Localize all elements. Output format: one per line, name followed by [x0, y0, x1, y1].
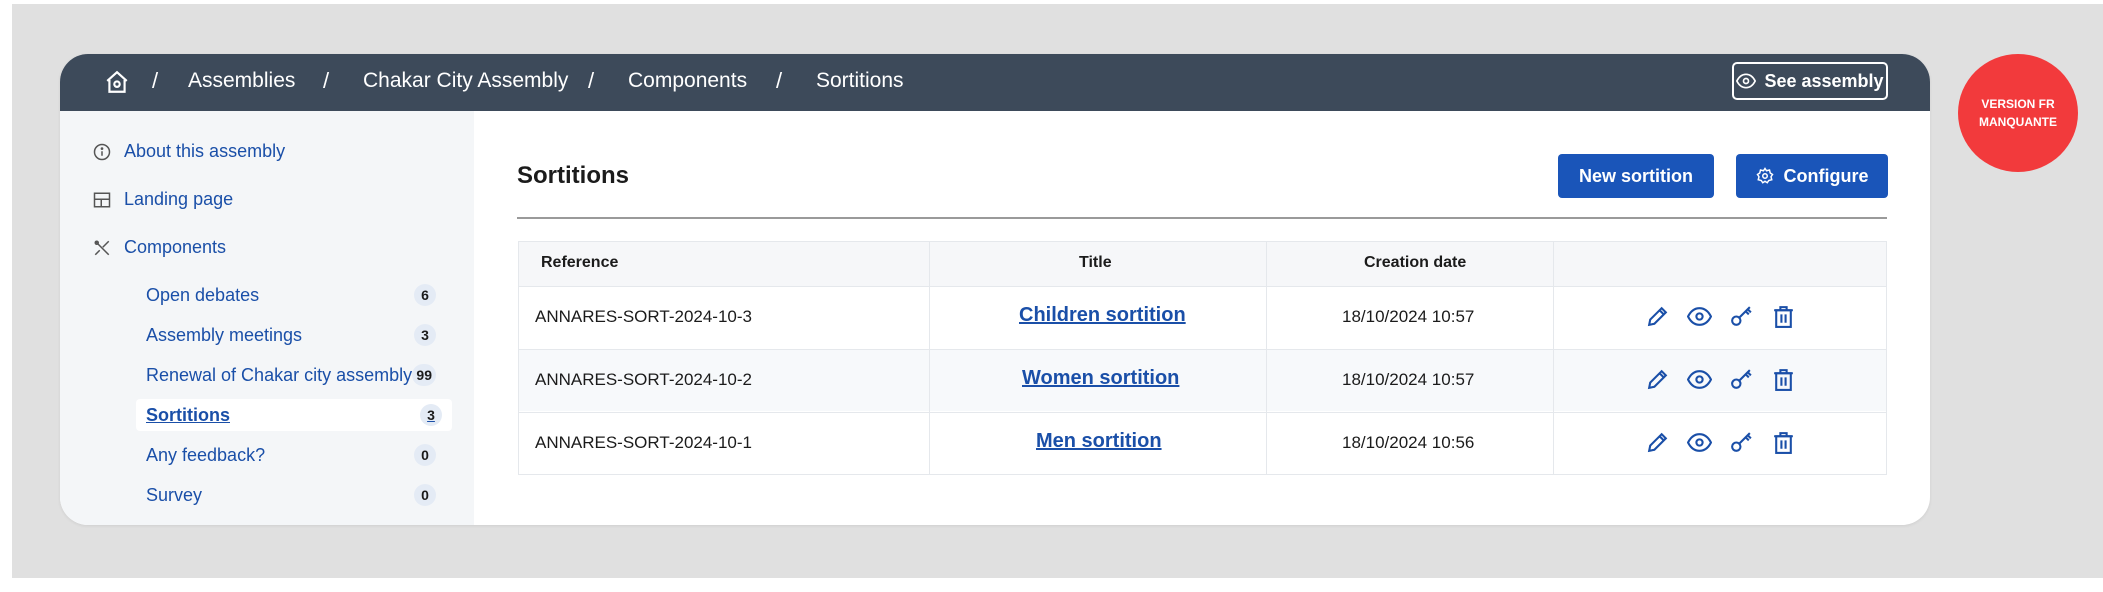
sidebar-item-label: Assembly meetings — [146, 324, 303, 345]
missing-translation-badge: VERSION FR MANQUANTE — [1958, 54, 2078, 172]
see-assembly-button[interactable]: See assembly — [1732, 62, 1888, 100]
breadcrumb-separator: / — [588, 68, 595, 93]
admin-panel: / Assemblies / Chakar City Assembly / Co… — [60, 54, 1930, 525]
eye-icon[interactable] — [1687, 430, 1712, 455]
row-actions — [1645, 430, 1796, 455]
home-icon[interactable] — [104, 69, 130, 95]
eye-icon[interactable] — [1687, 367, 1712, 392]
breadcrumb-sortitions[interactable]: Sortitions — [816, 69, 904, 93]
sidebar-item-any-feedback[interactable]: Any feedback? 0 — [136, 439, 446, 471]
date-cell: 18/10/2024 10:57 — [1342, 307, 1475, 326]
table-row: ANNARES-SORT-2024-10-2 Women sortition 1… — [519, 349, 1886, 411]
pencil-icon[interactable] — [1645, 367, 1670, 392]
breadcrumb-components[interactable]: Components — [628, 69, 747, 93]
column-divider — [1266, 242, 1267, 474]
pencil-icon[interactable] — [1645, 430, 1670, 455]
breadcrumb-assemblies[interactable]: Assemblies — [188, 69, 295, 93]
column-header-title: Title — [1079, 254, 1112, 271]
sidebar-item-label: Landing page — [124, 189, 234, 209]
sidebar-item-components[interactable]: Components — [92, 237, 226, 258]
breadcrumb-assembly[interactable]: Chakar City Assembly — [363, 69, 568, 93]
count-badge: 3 — [420, 404, 442, 426]
table-row: ANNARES-SORT-2024-10-1 Men sortition 18/… — [519, 412, 1886, 474]
pencil-icon[interactable] — [1645, 304, 1670, 329]
count-badge: 99 — [412, 364, 436, 386]
info-icon — [92, 142, 112, 162]
row-actions — [1645, 304, 1796, 329]
eye-icon — [1736, 71, 1757, 91]
reference-cell: ANNARES-SORT-2024-10-2 — [535, 370, 752, 389]
new-sortition-label: New sortition — [1578, 165, 1693, 186]
see-assembly-label: See assembly — [1764, 70, 1884, 91]
page-title: Sortitions — [517, 162, 629, 189]
sidebar: About this assembly Landing page Compone… — [60, 111, 474, 525]
breadcrumb-separator: / — [776, 68, 783, 93]
trash-icon[interactable] — [1771, 304, 1796, 329]
reference-cell: ANNARES-SORT-2024-10-1 — [535, 433, 752, 452]
column-divider — [929, 242, 930, 474]
title-divider — [517, 217, 1887, 219]
sidebar-item-label: Renewal of Chakar city assembly — [146, 364, 413, 385]
table-row: ANNARES-SORT-2024-10-3 Children sortitio… — [519, 286, 1886, 348]
breadcrumb-separator: / — [152, 68, 159, 93]
breadcrumb-separator: / — [323, 68, 330, 93]
key-icon[interactable] — [1729, 367, 1754, 392]
trash-icon[interactable] — [1771, 367, 1796, 392]
sidebar-item-survey[interactable]: Survey 0 — [136, 479, 446, 511]
sortitions-table: Reference Title Creation date ANNARES-SO… — [518, 241, 1887, 475]
sidebar-item-open-debates[interactable]: Open debates 6 — [136, 279, 446, 311]
layout-icon — [92, 190, 112, 210]
configure-button[interactable]: Configure — [1736, 154, 1888, 198]
title-link[interactable]: Women sortition — [1022, 367, 1179, 390]
sidebar-item-label: About this assembly — [124, 141, 286, 161]
count-badge: 0 — [414, 444, 436, 466]
date-cell: 18/10/2024 10:56 — [1342, 433, 1475, 452]
badge-line-2: MANQUANTE — [1979, 115, 2057, 129]
table-header: Reference Title Creation date — [519, 242, 1886, 286]
new-sortition-button[interactable]: New sortition — [1558, 154, 1714, 198]
date-cell: 18/10/2024 10:57 — [1342, 370, 1475, 389]
gear-icon — [1755, 167, 1774, 185]
column-divider — [1553, 242, 1554, 474]
sidebar-item-label: Components — [124, 237, 227, 257]
badge-line-1: VERSION FR — [1981, 97, 2055, 111]
key-icon[interactable] — [1729, 304, 1754, 329]
count-badge: 3 — [414, 324, 436, 346]
trash-icon[interactable] — [1771, 430, 1796, 455]
title-link[interactable]: Children sortition — [1019, 304, 1186, 327]
sidebar-item-assembly-meetings[interactable]: Assembly meetings 3 — [136, 319, 446, 351]
sidebar-item-label: Sortitions — [146, 404, 230, 425]
top-bar: / Assemblies / Chakar City Assembly / Co… — [60, 54, 1930, 111]
sidebar-item-label: Open debates — [146, 284, 260, 305]
sidebar-item-label: Any feedback? — [146, 444, 266, 465]
column-header-reference: Reference — [541, 254, 619, 271]
sidebar-item-landing-page[interactable]: Landing page — [92, 189, 233, 210]
title-link[interactable]: Men sortition — [1036, 430, 1162, 453]
sidebar-item-label: Survey — [146, 484, 203, 505]
configure-label: Configure — [1783, 165, 1869, 186]
tools-icon — [92, 238, 112, 258]
key-icon[interactable] — [1729, 430, 1754, 455]
row-actions — [1645, 367, 1796, 392]
count-badge: 6 — [414, 284, 436, 306]
count-badge: 0 — [414, 484, 436, 506]
column-header-creation-date: Creation date — [1364, 254, 1467, 271]
sidebar-item-about[interactable]: About this assembly — [92, 141, 285, 162]
sidebar-item-sortitions[interactable]: Sortitions 3 — [136, 399, 452, 431]
sidebar-item-renewal[interactable]: Renewal of Chakar city assembly 99 — [136, 359, 446, 391]
eye-icon[interactable] — [1687, 304, 1712, 329]
reference-cell: ANNARES-SORT-2024-10-3 — [535, 307, 752, 326]
